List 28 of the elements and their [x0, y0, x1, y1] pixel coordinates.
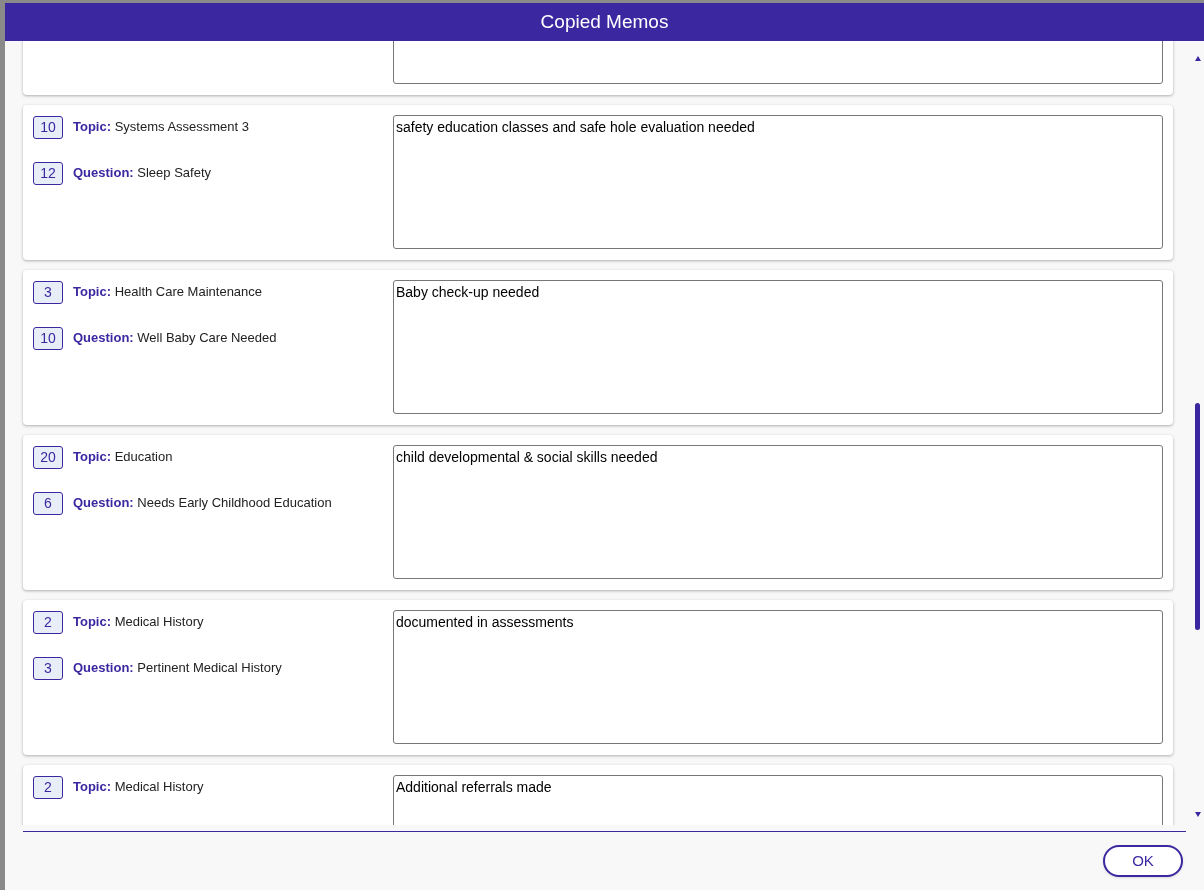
- memo-label: Question: Well Baby Care Needed: [73, 329, 277, 347]
- memo-label: Topic: Health Care Maintenance: [73, 283, 263, 301]
- memo-label: Question: Pertinent Medical History: [73, 659, 282, 677]
- number-badge: 10: [33, 327, 63, 350]
- number-badge: 10: [33, 116, 63, 139]
- memo-label: Topic: Medical History: [73, 778, 204, 796]
- scrollbar-thumb[interactable]: [1195, 403, 1200, 630]
- number-badge: 2: [33, 776, 63, 799]
- memo-field[interactable]: child developmental & social skills needed: [393, 445, 1163, 579]
- number-badge: 6: [33, 492, 63, 515]
- ok-button[interactable]: OK: [1103, 845, 1183, 877]
- memo-field[interactable]: safety education classes and safe hole evaluation needed: [393, 115, 1163, 249]
- number-badge: 3: [33, 657, 63, 680]
- memo-label: Question: Needs Early Childhood Education: [73, 494, 332, 512]
- scroll-down-icon[interactable]: [1195, 812, 1201, 817]
- dialog-title: Copied Memos: [540, 9, 669, 34]
- number-badge: 20: [33, 446, 63, 469]
- memo-field[interactable]: documented in assessments: [393, 610, 1163, 744]
- memo-label: Topic: Medical History: [73, 613, 204, 631]
- memo-label: Topic: Systems Assessment 3: [73, 118, 250, 136]
- memo-field[interactable]: Baby check-up needed: [393, 280, 1163, 414]
- number-badge: 12: [33, 162, 63, 185]
- memo-field[interactable]: Additional referrals made: [393, 775, 1163, 825]
- memo-label: Question: Sleep Safety: [73, 164, 211, 182]
- memo-label: Topic: Education: [73, 448, 173, 466]
- scroll-up-icon[interactable]: [1195, 56, 1201, 61]
- number-badge: 3: [33, 281, 63, 304]
- number-badge: 2: [33, 611, 63, 634]
